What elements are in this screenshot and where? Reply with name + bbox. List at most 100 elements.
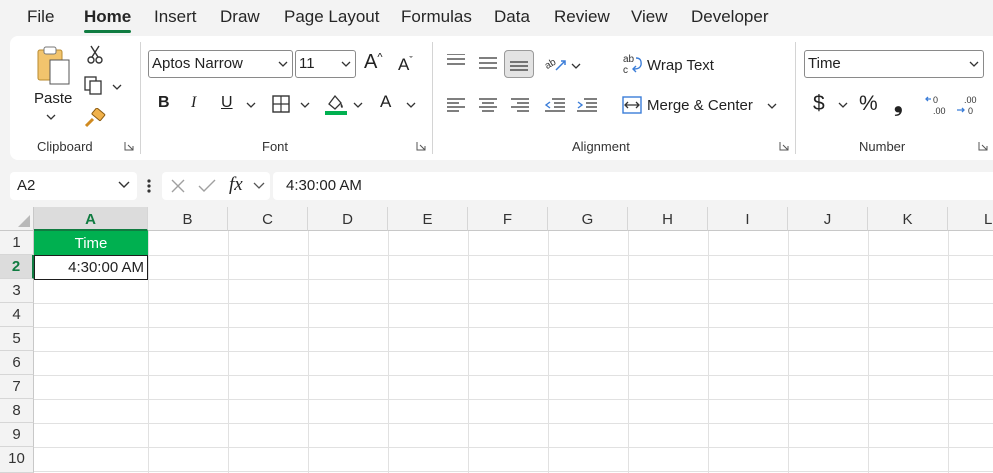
row-header-5[interactable]: 5 xyxy=(0,327,34,351)
shrink-font-label: A xyxy=(398,55,410,74)
cut-icon[interactable] xyxy=(86,45,104,70)
copy-dropdown-icon[interactable] xyxy=(112,83,122,91)
increase-font-size-button[interactable]: A^ xyxy=(364,51,383,74)
cell-a1[interactable]: Time xyxy=(34,231,148,256)
format-painter-icon[interactable] xyxy=(84,107,106,133)
number-format-select[interactable]: Time xyxy=(804,50,984,78)
increase-decimal-icon[interactable]: 0.00 xyxy=(925,93,949,122)
cell-a2[interactable]: 4:30:00 AM xyxy=(34,255,148,280)
column-header-g[interactable]: G xyxy=(548,207,628,231)
clipboard-group-label: Clipboard xyxy=(37,139,93,154)
decrease-decimal-icon[interactable]: .00 0 xyxy=(956,93,980,122)
row-header-8[interactable]: 8 xyxy=(0,399,34,423)
column-header-c[interactable]: C xyxy=(228,207,308,231)
column-header-b[interactable]: B xyxy=(148,207,228,231)
merge-center-icon[interactable] xyxy=(622,96,642,119)
column-header-j[interactable]: J xyxy=(788,207,868,231)
name-box[interactable]: A2 xyxy=(10,172,137,200)
bold-button[interactable]: B xyxy=(158,94,170,112)
insert-function-button[interactable]: fx xyxy=(229,174,243,196)
middle-align-icon[interactable] xyxy=(478,56,498,75)
copy-icon[interactable] xyxy=(84,76,104,101)
tab-review[interactable]: Review xyxy=(554,7,610,27)
tab-home[interactable]: Home xyxy=(84,7,131,27)
row-header-3[interactable]: 3 xyxy=(0,279,34,303)
comma-style-button[interactable]: ❟ xyxy=(894,91,903,117)
align-left-icon[interactable] xyxy=(446,97,466,118)
chevron-down-icon[interactable] xyxy=(253,182,265,190)
chevron-down-icon[interactable] xyxy=(118,181,130,189)
gridline xyxy=(34,279,993,280)
fill-color-icon[interactable] xyxy=(324,92,348,121)
column-header-e[interactable]: E xyxy=(388,207,468,231)
row-header-1[interactable]: 1 xyxy=(0,231,34,255)
bottom-align-button[interactable] xyxy=(504,50,534,78)
wrap-text-button[interactable]: Wrap Text xyxy=(647,57,714,74)
row-header-9[interactable]: 9 xyxy=(0,423,34,447)
percent-button[interactable]: % xyxy=(859,92,878,116)
chevron-down-icon[interactable] xyxy=(46,113,56,121)
svg-text:ab: ab xyxy=(623,54,635,65)
formula-input[interactable]: 4:30:00 AM xyxy=(273,172,993,200)
alignment-launcher-icon[interactable] xyxy=(779,141,789,151)
column-header-d[interactable]: D xyxy=(308,207,388,231)
align-center-icon[interactable] xyxy=(478,97,498,118)
row-header-4[interactable]: 4 xyxy=(0,303,34,327)
more-options-icon[interactable] xyxy=(146,178,152,194)
paste-icon[interactable] xyxy=(36,46,72,91)
tab-file[interactable]: File xyxy=(27,7,54,27)
tab-view[interactable]: View xyxy=(631,7,668,27)
top-align-icon[interactable] xyxy=(446,53,466,73)
tab-data[interactable]: Data xyxy=(494,7,530,27)
tab-page-layout[interactable]: Page Layout xyxy=(284,7,379,27)
column-header-k[interactable]: K xyxy=(868,207,948,231)
wrap-text-icon[interactable]: ab c xyxy=(622,53,644,80)
gridline xyxy=(148,231,149,473)
paste-label[interactable]: Paste xyxy=(34,90,72,107)
ribbon: Paste Clipboard Aptos Narrow 11 A^ Aˇ B … xyxy=(10,36,993,160)
divider xyxy=(795,42,796,154)
row-header-7[interactable]: 7 xyxy=(0,375,34,399)
confirm-icon[interactable] xyxy=(198,178,216,194)
currency-button[interactable]: $ xyxy=(813,92,825,116)
column-header-i[interactable]: I xyxy=(708,207,788,231)
currency-dropdown-icon[interactable] xyxy=(838,101,848,109)
font-name-select[interactable]: Aptos Narrow xyxy=(148,50,293,78)
decrease-font-size-button[interactable]: Aˇ xyxy=(398,55,413,75)
tab-developer[interactable]: Developer xyxy=(691,7,769,27)
decrease-indent-icon[interactable] xyxy=(544,97,566,118)
borders-dropdown-icon[interactable] xyxy=(300,101,310,109)
fill-color-dropdown-icon[interactable] xyxy=(353,101,363,109)
row-header-6[interactable]: 6 xyxy=(0,351,34,375)
align-right-icon[interactable] xyxy=(510,97,530,118)
font-size-value: 11 xyxy=(299,55,315,72)
italic-button[interactable]: I xyxy=(191,94,196,112)
font-color-button[interactable]: A xyxy=(380,92,391,112)
font-launcher-icon[interactable] xyxy=(416,141,426,151)
row-header-10[interactable]: 10 xyxy=(0,447,34,473)
gridline xyxy=(34,399,993,400)
font-size-select[interactable]: 11 xyxy=(295,50,356,78)
row-header-2[interactable]: 2 xyxy=(0,255,34,279)
cancel-icon[interactable] xyxy=(170,178,186,194)
font-color-dropdown-icon[interactable] xyxy=(406,101,416,109)
borders-icon[interactable] xyxy=(272,95,290,118)
orientation-dropdown-icon[interactable] xyxy=(571,62,581,70)
underline-button[interactable]: U xyxy=(221,94,233,112)
column-header-a[interactable]: A xyxy=(34,207,148,231)
tab-formulas[interactable]: Formulas xyxy=(401,7,472,27)
column-header-f[interactable]: F xyxy=(468,207,548,231)
tab-insert[interactable]: Insert xyxy=(154,7,197,27)
gridline xyxy=(868,231,869,473)
merge-center-button[interactable]: Merge & Center xyxy=(647,97,753,114)
number-launcher-icon[interactable] xyxy=(978,141,988,151)
merge-dropdown-icon[interactable] xyxy=(767,102,777,110)
underline-dropdown-icon[interactable] xyxy=(246,101,256,109)
orientation-icon[interactable]: ab xyxy=(543,52,568,79)
column-header-h[interactable]: H xyxy=(628,207,708,231)
select-all-button[interactable] xyxy=(0,207,34,231)
column-header-l[interactable]: L xyxy=(948,207,993,231)
increase-indent-icon[interactable] xyxy=(576,97,598,118)
clipboard-launcher-icon[interactable] xyxy=(124,141,134,151)
tab-draw[interactable]: Draw xyxy=(220,7,260,27)
